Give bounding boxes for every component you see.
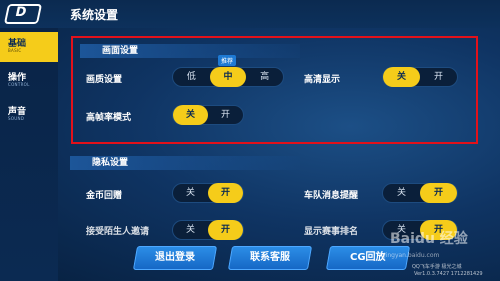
logo-text: D — [13, 5, 28, 20]
contact-service-button-label: 联系客服 — [250, 252, 290, 263]
coin-label: 金币回赠 — [86, 191, 123, 201]
section-header-privacy: 隐私设置 — [70, 156, 300, 170]
logout-button[interactable]: 退出登录 — [132, 246, 218, 270]
coin-toggle: 关 开 — [172, 183, 244, 203]
row3-left-on-option[interactable]: 开 — [208, 220, 243, 240]
sidebar-item-sound[interactable]: 声音 SOUND — [0, 100, 58, 130]
cg-replay-button-label: CG回放 — [350, 252, 386, 263]
team-off-option[interactable]: 关 — [383, 183, 420, 203]
contact-service-button[interactable]: 联系客服 — [227, 246, 313, 270]
row3-left-toggle: 关 开 — [172, 220, 244, 240]
version-text: Ver1.0.3.7427 1712281429 — [414, 271, 483, 277]
row3-left-off-option[interactable]: 关 — [173, 220, 208, 240]
team-label: 车队消息提醒 — [304, 191, 359, 201]
back-logo-button[interactable]: D — [3, 4, 43, 24]
coin-on-option[interactable]: 开 — [208, 183, 243, 203]
team-toggle: 关 开 — [382, 183, 458, 203]
page-title: 系统设置 — [70, 8, 119, 22]
row3-right-label: 显示赛事排名 — [304, 227, 359, 237]
sidebar-item-sublabel: CONTROL — [8, 82, 30, 87]
top-bar: D 系统设置 — [0, 0, 500, 28]
version-name: QQ飞车手游 极光之城 — [412, 264, 462, 270]
logout-button-label: 退出登录 — [155, 252, 195, 263]
row3-left-label: 接受陌生人邀请 — [86, 227, 150, 237]
team-on-option[interactable]: 开 — [420, 183, 457, 203]
sidebar-item-sublabel: SOUND — [8, 116, 25, 121]
sidebar-item-sublabel: BASIC — [8, 48, 22, 53]
sidebar-item-basic[interactable]: 基础 BASIC — [0, 32, 58, 62]
sidebar: 基础 BASIC 操作 CONTROL 声音 SOUND — [0, 28, 58, 281]
watermark-text: Baidu 经验 — [390, 231, 468, 247]
coin-off-option[interactable]: 关 — [173, 183, 208, 203]
highlight-box — [71, 36, 478, 144]
sidebar-item-control[interactable]: 操作 CONTROL — [0, 66, 58, 96]
watermark-url: jingyan.baidu.com — [384, 252, 440, 259]
